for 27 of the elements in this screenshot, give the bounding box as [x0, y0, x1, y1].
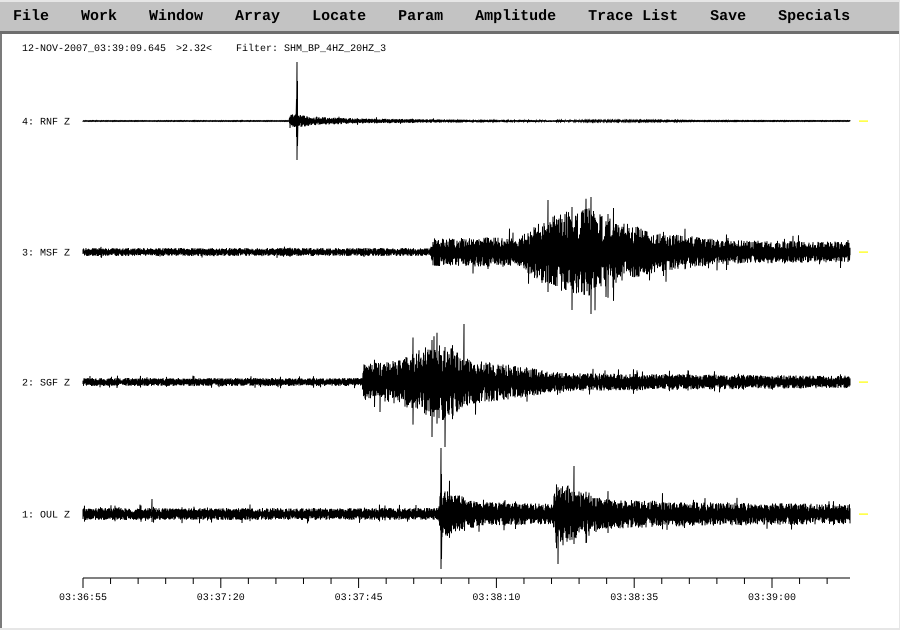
trace-marker-icon [859, 382, 868, 383]
menu-item[interactable]: Array [235, 8, 280, 26]
timestamp-text: 12-NOV-2007_03:39:09.645 [22, 44, 166, 56]
tick-label: 03:38:10 [472, 593, 520, 604]
menu-item[interactable]: Trace List [588, 8, 678, 26]
menu-item[interactable]: Work [81, 8, 118, 26]
menu-item[interactable]: Window [149, 8, 204, 26]
trace-label: 4: RNF Z [22, 118, 70, 128]
trace-label: 3: MSF Z [22, 248, 70, 260]
menu-item[interactable]: Save [710, 8, 746, 26]
tick-label: 03:36:55 [59, 593, 107, 604]
menu-item[interactable]: Param [398, 8, 444, 26]
tick-label: 03:37:20 [196, 593, 245, 604]
menu-item[interactable]: Amplitude [475, 8, 556, 26]
trace-marker-icon [859, 252, 868, 253]
tick-label: 03:38:35 [610, 593, 658, 604]
menu-item[interactable]: Specials [778, 8, 850, 26]
trace-label: 2: SGF Z [22, 378, 70, 390]
menu-item[interactable]: Locate [312, 8, 366, 26]
tick-label: 03:39:00 [748, 593, 796, 604]
menu-item[interactable]: File [13, 8, 50, 26]
tick-label: 03:37:45 [334, 593, 383, 604]
amplitude-ratio-text: >2.32< [176, 44, 212, 56]
trace-marker-icon [859, 514, 868, 515]
trace-marker-icon [859, 120, 868, 122]
trace-label: 1: OUL Z [22, 510, 70, 522]
filter-text: Filter: SHM_BP_4HZ_20HZ_3 [236, 44, 386, 56]
